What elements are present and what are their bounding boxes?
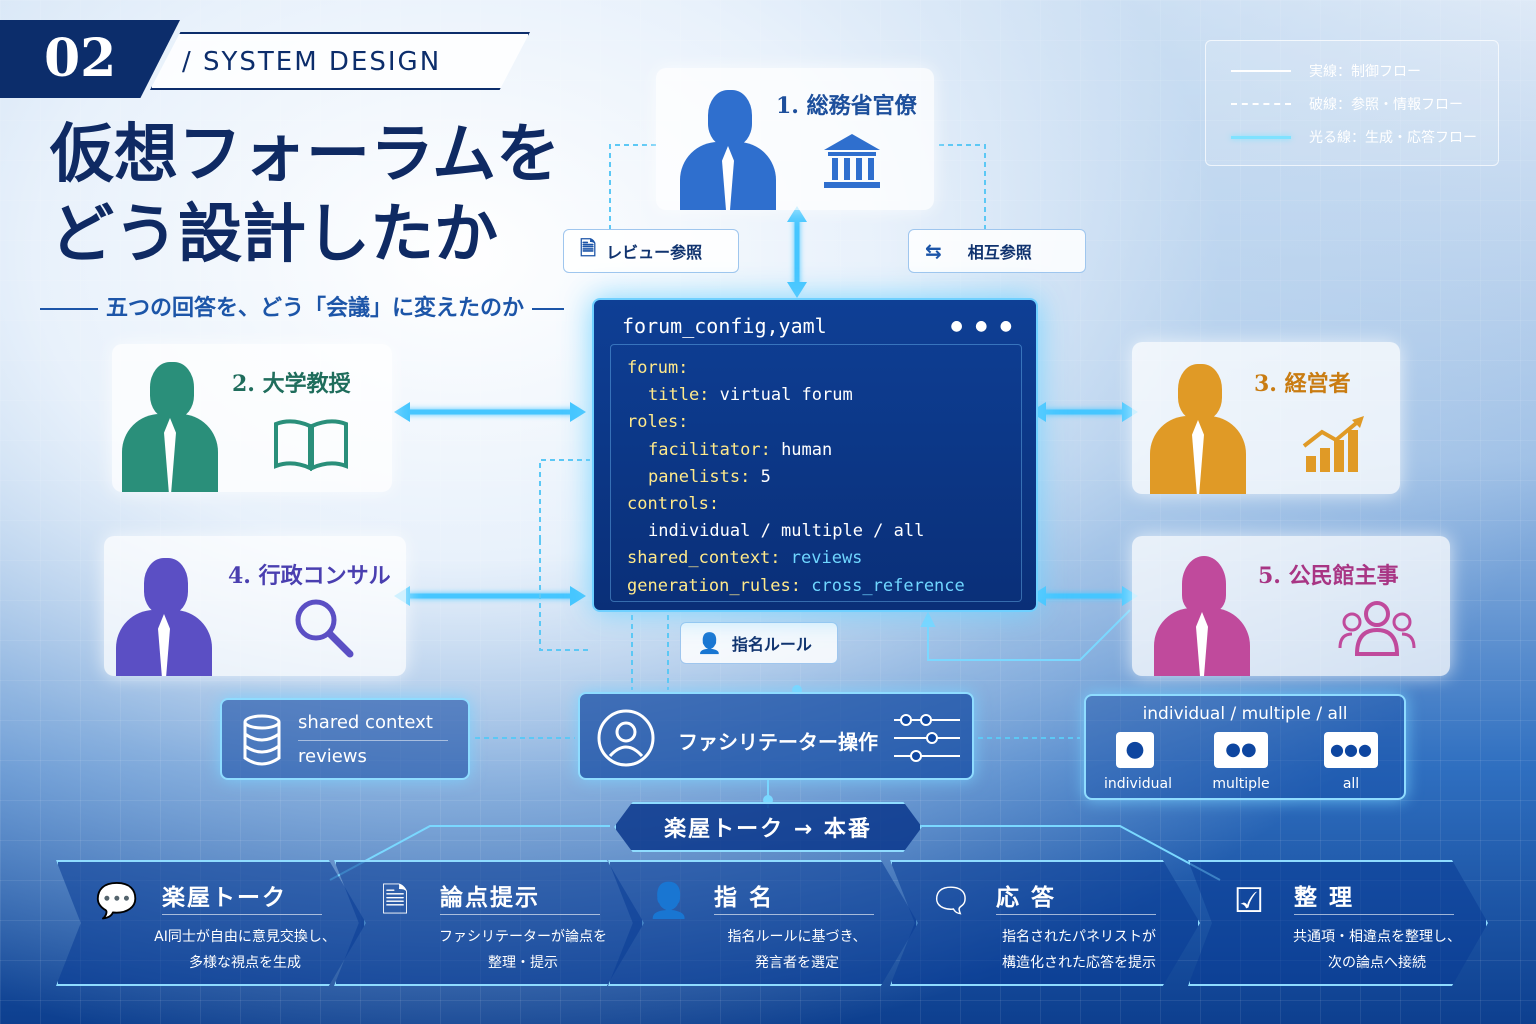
flow-step-desc: 共通項・相違点を整理し、 次の論点へ接続 bbox=[1293, 929, 1461, 971]
flow-step-title: 応 答 bbox=[996, 885, 1057, 911]
flow-step-desc: AI同士が自由に意見交換し、 多様な視点を生成 bbox=[154, 929, 336, 971]
persona-label-professor: 2. 大学教授 bbox=[232, 371, 351, 397]
flow-step-desc: 指名されたパネリストが 構造化された応答を提示 bbox=[1002, 929, 1156, 971]
flow-step-response: 🗨 応 答 指名されたパネリストが 構造化された応答を提示 bbox=[890, 860, 1200, 986]
page-title: 仮想フォーラムを どう設計したか bbox=[50, 117, 561, 272]
legend: 実線：制御フロー 破線：参照・情報フロー 光る線：生成・応答フロー bbox=[1205, 40, 1499, 166]
persona-label-ceo: 3. 経営者 bbox=[1254, 371, 1351, 397]
code-line: facilitator: human bbox=[648, 439, 833, 460]
persona-card-professor: 2. 大学教授 bbox=[112, 344, 392, 492]
all-mode-label: all bbox=[1342, 776, 1360, 792]
code-line: generation_rules: cross_reference bbox=[627, 575, 965, 596]
government-building-icon bbox=[824, 134, 880, 188]
legend-glow: 光る線：生成・応答フロー bbox=[1231, 127, 1477, 147]
shared-context-box: shared context reviews bbox=[220, 698, 470, 780]
swap-arrows-icon: ⇆ bbox=[925, 239, 942, 263]
review-reference-tag: 🗎 レビュー参照 bbox=[563, 229, 739, 273]
shared-context-line1: shared context bbox=[298, 712, 433, 733]
dashed-review-link bbox=[609, 144, 656, 230]
code-line: shared_context: reviews bbox=[627, 548, 863, 569]
forum-config-panel: forum_config,yaml ● ● ● forum: title: vi… bbox=[592, 298, 1038, 612]
professor-avatar bbox=[122, 362, 218, 492]
code-line: forum: bbox=[627, 358, 689, 378]
code-line: panelists: 5 bbox=[648, 466, 771, 487]
flow-step-desc: 指名ルールに基づき、 発言者を選定 bbox=[727, 929, 867, 971]
facilitator-control-box[interactable]: ファシリテーター操作 bbox=[578, 692, 974, 780]
section-label: / SYSTEM DESIGN bbox=[182, 47, 442, 77]
code-line: controls: bbox=[627, 494, 720, 515]
control-modes-title: individual / multiple / all bbox=[1142, 704, 1348, 724]
mutual-reference-tag: ⇆ 相互参照 bbox=[908, 229, 1086, 273]
facilitator-label: ファシリテーター操作 bbox=[678, 730, 878, 754]
persona-card-kominkan: 5. 公民館主事 bbox=[1132, 536, 1450, 676]
nomination-rule-label: 指名ルール bbox=[731, 635, 812, 654]
code-line: title: virtual forum bbox=[648, 385, 853, 406]
official-avatar bbox=[680, 90, 776, 210]
code-line: individual / multiple / all bbox=[648, 521, 925, 542]
individual-mode-button[interactable]: ● bbox=[1116, 732, 1154, 768]
person-select-icon: 👤 bbox=[647, 881, 691, 921]
flow-step-issues: 🗎 論点提示 ファシリテーターが論点を 整理・提示 bbox=[334, 860, 644, 986]
persona-card-consultant: 4. 行政コンサル bbox=[104, 536, 406, 676]
open-book-icon bbox=[274, 419, 348, 472]
mutual-reference-label: 相互参照 bbox=[967, 243, 1032, 262]
magnifier-icon bbox=[295, 599, 354, 658]
config-filename: forum_config,yaml bbox=[622, 314, 827, 338]
control-modes-box: individual / multiple / all ● ●● ●●● ind… bbox=[1084, 694, 1406, 800]
nomination-rule-tag: 👤 指名ルール bbox=[680, 622, 838, 664]
consultant-avatar bbox=[116, 558, 212, 676]
persona-card-ceo: 3. 経営者 bbox=[1132, 342, 1400, 494]
legend-dashed: 破線：参照・情報フロー bbox=[1231, 94, 1463, 114]
review-reference-label: レビュー参照 bbox=[606, 243, 703, 262]
all-mode-button[interactable]: ●●● bbox=[1324, 732, 1378, 768]
chat-bubble-icon: 💬 bbox=[95, 881, 139, 921]
flow-step-title: 楽屋トーク bbox=[162, 885, 287, 911]
flow-step-title: 論点提示 bbox=[440, 885, 540, 911]
individual-mode-label: individual bbox=[1104, 776, 1172, 792]
ceo-avatar bbox=[1150, 364, 1246, 494]
speech-icon: 🗨 bbox=[929, 881, 973, 921]
legend-glow-label: 光る線：生成・応答フロー bbox=[1309, 130, 1477, 146]
flow-step-title: 整 理 bbox=[1294, 885, 1355, 911]
people-group-icon bbox=[1338, 601, 1416, 656]
person-check-icon: 👤 bbox=[697, 631, 722, 655]
section-number: 02 bbox=[44, 28, 117, 89]
legend-dashed-label: 破線：参照・情報フロー bbox=[1309, 97, 1463, 113]
checklist-icon: ☑ bbox=[1233, 881, 1265, 921]
config-code: forum: title: virtual forum roles: facil… bbox=[610, 344, 1022, 602]
database-icon bbox=[243, 714, 281, 766]
persona-label-consultant: 4. 行政コンサル bbox=[228, 563, 391, 589]
stage-flow-label: 楽屋トーク → 本番 bbox=[614, 802, 922, 852]
document-search-icon: 🗎 bbox=[580, 236, 597, 260]
persona-label-kominkan: 5. 公民館主事 bbox=[1258, 563, 1399, 589]
document-icon: 🗎 bbox=[381, 881, 409, 921]
flow-step-desc: ファシリテーターが論点を 整理・提示 bbox=[439, 929, 607, 971]
kominkan-avatar bbox=[1154, 556, 1250, 676]
facilitator-avatar-icon bbox=[597, 709, 655, 767]
flow-step-nomination: 👤 指 名 指名ルールに基づき、 発言者を選定 bbox=[608, 860, 918, 986]
window-dots-icon: ● ● ● bbox=[950, 318, 1016, 334]
flow-step-organize: ☑ 整 理 共通項・相違点を整理し、 次の論点へ接続 bbox=[1188, 860, 1488, 986]
legend-solid: 実線：制御フロー bbox=[1231, 61, 1421, 81]
persona-card-official: 1. 総務省官僚 bbox=[656, 68, 934, 210]
page-tagline: 五つの回答を、どう「会議」に変えたのか bbox=[40, 290, 564, 322]
flow-step-title: 指 名 bbox=[714, 885, 775, 911]
multiple-mode-button[interactable]: ●● bbox=[1214, 732, 1268, 768]
legend-solid-label: 実線：制御フロー bbox=[1309, 64, 1421, 80]
shared-context-line2: reviews bbox=[298, 746, 367, 767]
persona-label-official: 1. 総務省官僚 bbox=[776, 93, 917, 119]
dashed-mutual-link bbox=[935, 144, 986, 230]
growth-chart-icon bbox=[1302, 416, 1364, 472]
section-label-badge: / SYSTEM DESIGN bbox=[150, 32, 530, 90]
multiple-mode-label: multiple bbox=[1212, 776, 1270, 792]
flow-step-backstage: 💬 楽屋トーク AI同士が自由に意見交換し、 多様な視点を生成 bbox=[56, 860, 366, 986]
code-line: roles: bbox=[627, 412, 689, 433]
sliders-icon[interactable] bbox=[892, 712, 962, 764]
